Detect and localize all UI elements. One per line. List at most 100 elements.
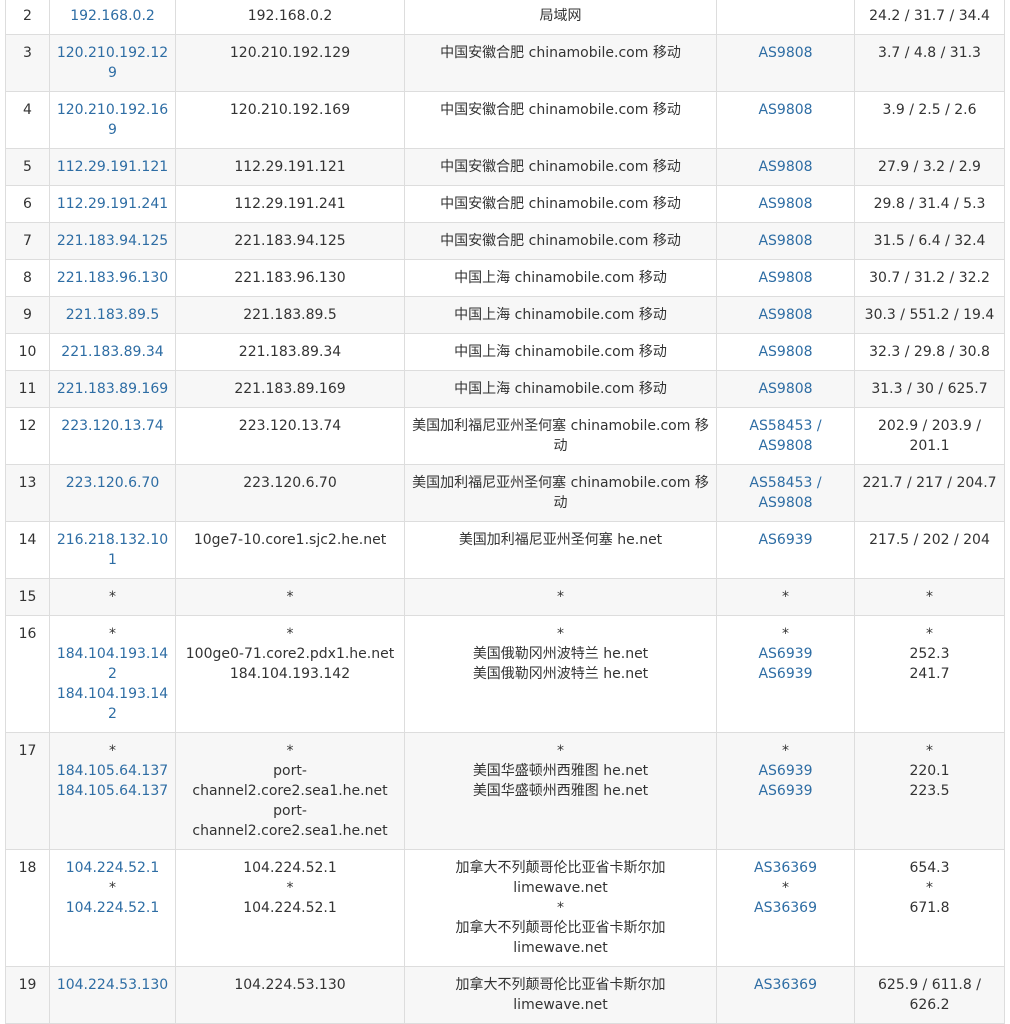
latency-cell: 221.7 / 217 / 204.7 <box>854 464 1005 522</box>
asn-cell: AS9808 <box>716 333 855 371</box>
hostname-cell: 223.120.13.74 <box>175 407 405 465</box>
hop-number-cell: 13 <box>5 464 50 522</box>
ip-cell: 104.224.52.1 * 104.224.52.1 <box>49 849 176 967</box>
asn-link[interactable]: AS36369 <box>723 975 848 995</box>
asn-link[interactable]: AS9808 <box>723 157 848 177</box>
hostname-cell: 120.210.192.129 <box>175 34 405 92</box>
ip-link[interactable]: 184.105.64.137 <box>56 781 169 801</box>
ip-link[interactable]: 221.183.96.130 <box>56 268 169 288</box>
hop-number-cell: 18 <box>5 849 50 967</box>
asn-link[interactable]: AS58453 / AS9808 <box>723 473 848 513</box>
asn-link[interactable]: AS9808 <box>723 268 848 288</box>
asn-link: * <box>782 743 789 759</box>
hostname-text: 120.210.192.129 <box>229 45 351 61</box>
asn-link[interactable]: AS9808 <box>723 43 848 63</box>
hop-row: 19 104.224.53.130 104.224.53.130 加拿大不列颠哥伦比亚… <box>5 966 1005 1024</box>
ip-cell: 223.120.6.70 <box>49 464 176 522</box>
location-text: 局域网 <box>539 8 582 24</box>
location-text: 美国加利福尼亚州圣何塞 chinamobile.com 移动 <box>412 418 709 454</box>
hostname-cell: 112.29.191.241 <box>175 185 405 223</box>
location-text: 美国加利福尼亚州圣何塞 chinamobile.com 移动 <box>412 475 709 511</box>
location-cell: 美国加利福尼亚州圣何塞 he.net <box>404 521 717 579</box>
asn-link[interactable]: AS36369 <box>723 858 848 878</box>
latency-text: 32.3 / 29.8 / 30.8 <box>869 344 990 360</box>
latency-text: 220.1 <box>909 763 950 779</box>
hop-number: 19 <box>18 977 37 993</box>
location-text: * <box>557 626 564 642</box>
hostname-text: 104.224.53.130 <box>234 977 346 993</box>
hostname-cell: 223.120.6.70 <box>175 464 405 522</box>
hop-number-cell: 7 <box>5 222 50 260</box>
asn-link[interactable]: AS6939 <box>723 530 848 550</box>
hop-number: 12 <box>18 418 37 434</box>
asn-cell: AS58453 / AS9808 <box>716 407 855 465</box>
location-cell: 中国上海 chinamobile.com 移动 <box>404 259 717 297</box>
ip-cell: 216.218.132.101 <box>49 521 176 579</box>
asn-link[interactable]: AS6939 <box>723 644 848 664</box>
asn-link[interactable]: AS9808 <box>723 305 848 325</box>
ip-link[interactable]: 184.104.193.142 <box>56 684 169 724</box>
location-text: 中国上海 chinamobile.com 移动 <box>454 307 667 323</box>
hostname-text: 223.120.6.70 <box>243 475 337 491</box>
location-text: * <box>557 589 564 605</box>
latency-cell: 30.7 / 31.2 / 32.2 <box>854 259 1005 297</box>
ip-link[interactable]: 221.183.89.169 <box>56 379 169 399</box>
ip-cell: 221.183.96.130 <box>49 259 176 297</box>
asn-link[interactable]: AS9808 <box>723 194 848 214</box>
hop-number: 3 <box>23 45 32 61</box>
asn-link[interactable]: AS58453 / AS9808 <box>723 416 848 456</box>
ip-link[interactable]: 120.210.192.169 <box>56 100 169 140</box>
ip-link[interactable]: 221.183.89.5 <box>56 305 169 325</box>
ip-link[interactable]: 104.224.53.130 <box>56 975 169 995</box>
latency-cell: 217.5 / 202 / 204 <box>854 521 1005 579</box>
ip-link[interactable]: 112.29.191.241 <box>56 194 169 214</box>
asn-link[interactable]: AS9808 <box>723 342 848 362</box>
ip-link[interactable]: 221.183.89.34 <box>56 342 169 362</box>
ip-link[interactable]: 223.120.6.70 <box>56 473 169 493</box>
ip-link[interactable]: 112.29.191.121 <box>56 157 169 177</box>
ip-link[interactable]: 120.210.192.129 <box>56 43 169 83</box>
location-text: 中国安徽合肥 chinamobile.com 移动 <box>440 159 681 175</box>
ip-link[interactable]: 192.168.0.2 <box>56 6 169 26</box>
ip-link[interactable]: 221.183.94.125 <box>56 231 169 251</box>
asn-cell: * AS6939 AS6939 <box>716 732 855 850</box>
hostname-text: 112.29.191.241 <box>234 196 346 212</box>
hostname-text: 184.104.193.142 <box>229 666 351 682</box>
location-text: 美国俄勒冈州波特兰 he.net <box>472 646 649 662</box>
latency-cell: 3.9 / 2.5 / 2.6 <box>854 91 1005 149</box>
hop-number: 14 <box>18 532 37 548</box>
asn-link[interactable]: AS6939 <box>723 781 848 801</box>
asn-link[interactable]: AS9808 <box>723 231 848 251</box>
asn-link[interactable]: AS6939 <box>723 664 848 684</box>
latency-text: 202.9 / 203.9 / 201.1 <box>878 418 981 454</box>
location-cell: 中国安徽合肥 chinamobile.com 移动 <box>404 185 717 223</box>
asn-cell: AS9808 <box>716 222 855 260</box>
asn-link[interactable]: AS6939 <box>723 761 848 781</box>
asn-cell: AS6939 <box>716 521 855 579</box>
asn-link[interactable]: AS9808 <box>723 100 848 120</box>
ip-link[interactable]: 104.224.52.1 <box>56 858 169 878</box>
ip-link[interactable]: 184.105.64.137 <box>56 761 169 781</box>
latency-text: 31.5 / 6.4 / 32.4 <box>873 233 986 249</box>
ip-link[interactable]: 184.104.193.142 <box>56 644 169 684</box>
latency-text: 24.2 / 31.7 / 34.4 <box>869 8 990 24</box>
hop-row: 11 221.183.89.169 221.183.89.169 中国上海 china… <box>5 370 1005 408</box>
hop-row: 12 223.120.13.74 223.120.13.74 美国加利福尼亚州圣何塞 … <box>5 407 1005 465</box>
ip-link[interactable]: 104.224.52.1 <box>56 898 169 918</box>
ip-link[interactable]: 216.218.132.101 <box>56 530 169 570</box>
hostname-text: 100ge0-71.core2.pdx1.he.net <box>185 646 395 662</box>
ip-cell: 221.183.94.125 <box>49 222 176 260</box>
hop-number: 10 <box>18 344 37 360</box>
hop-row: 6 112.29.191.241 112.29.191.241 中国安徽合肥 chin… <box>5 185 1005 223</box>
hop-row: 3 120.210.192.129 120.210.192.129 中国安徽合肥 ch… <box>5 34 1005 92</box>
ip-link[interactable]: 223.120.13.74 <box>56 416 169 436</box>
asn-cell <box>716 0 855 35</box>
latency-cell: * <box>854 578 1005 616</box>
latency-cell: 625.9 / 611.8 / 626.2 <box>854 966 1005 1024</box>
asn-link[interactable]: AS9808 <box>723 379 848 399</box>
asn-link[interactable]: AS36369 <box>723 898 848 918</box>
hop-row: 2 192.168.0.2 192.168.0.2 局域网 24.2 / 31.7 / … <box>5 0 1005 35</box>
hostname-text: 221.183.89.34 <box>238 344 342 360</box>
ip-link: * <box>109 626 116 642</box>
location-text: * <box>557 743 564 759</box>
